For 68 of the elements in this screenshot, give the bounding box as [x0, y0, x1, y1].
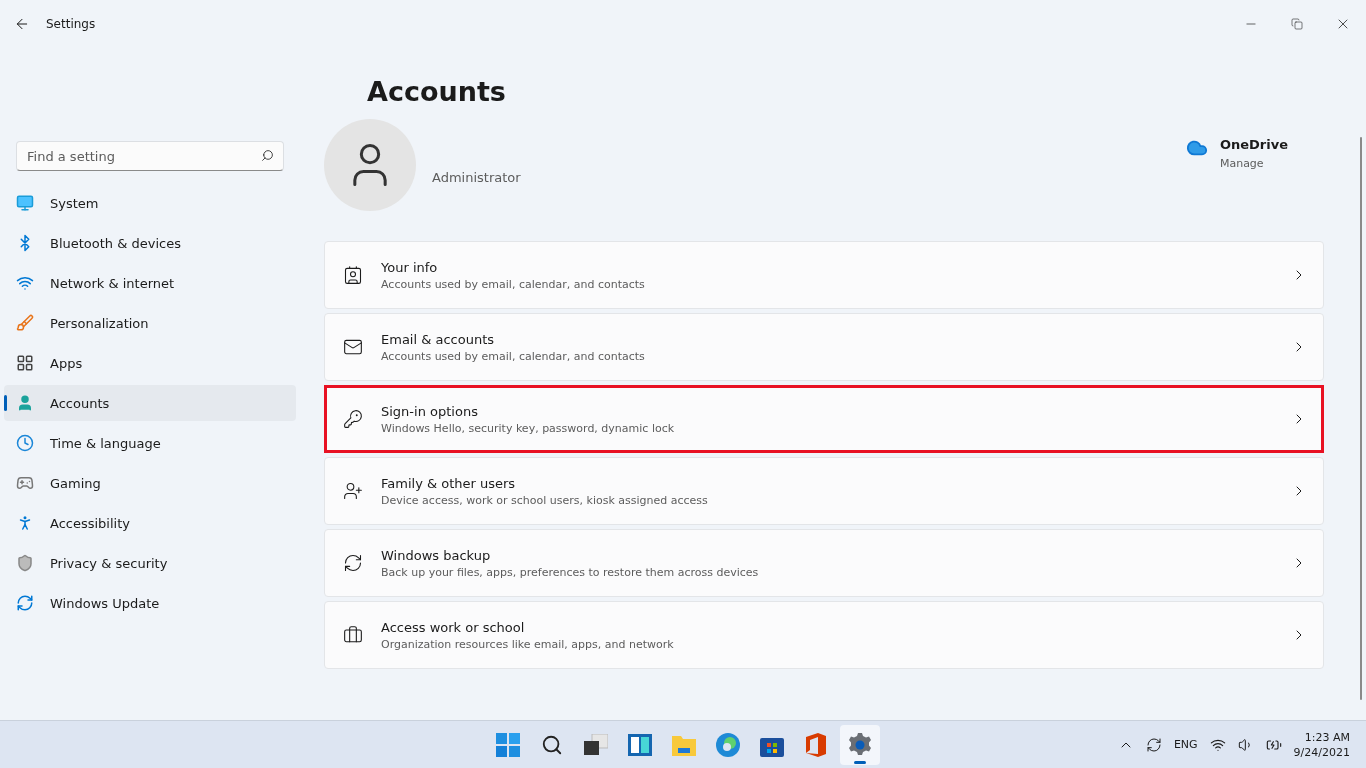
window-title: Settings [46, 17, 97, 31]
card-title: Access work or school [381, 619, 526, 635]
windows-logo-icon [496, 733, 520, 757]
sidebar-item[interactable]: Apps [4, 345, 296, 381]
active-indicator [854, 761, 866, 764]
mail-icon [343, 337, 363, 357]
sidebar-item[interactable]: Privacy & security [4, 545, 296, 581]
search-field[interactable]: Find a setting [16, 141, 284, 171]
card-subtitle: Accounts used by email, calendar, and contacts [381, 349, 646, 363]
sidebar-item[interactable]: Time & language [4, 425, 296, 461]
card-title: Windows backup [381, 547, 492, 563]
card-subtitle: Accounts used by email, calendar, and contacts [381, 277, 646, 291]
key-icon [343, 409, 363, 429]
briefcase-icon [343, 625, 363, 645]
settings-card[interactable]: Access work or school Organization resources like email, apps, and network [324, 601, 1324, 669]
brush-icon [16, 314, 34, 332]
wifi-icon [16, 274, 34, 292]
sync-icon[interactable] [1145, 736, 1162, 753]
card-title: Email & accounts [381, 331, 496, 347]
sidebar-item[interactable]: Gaming [4, 465, 296, 501]
card-title: Sign-in options [381, 403, 479, 419]
sidebar-item[interactable]: Accounts [4, 385, 296, 421]
shield-icon [16, 554, 34, 572]
office-icon [806, 733, 826, 757]
widgets-icon [628, 734, 652, 756]
gear-icon [848, 733, 872, 757]
settings-card[interactable]: Sign-in options Windows Hello, security key, password, dynamic lock [324, 385, 1324, 453]
selection-indicator [4, 395, 7, 411]
gamepad-icon [16, 474, 34, 492]
scrollbar[interactable] [1360, 137, 1362, 700]
sidebar-item[interactable]: Network & internet [4, 265, 296, 301]
apps-icon [16, 354, 34, 372]
card-subtitle: Organization resources like email, apps, and network [381, 637, 675, 651]
card-subtitle: Back up your files, apps, preferences to restore them across devices [381, 565, 760, 579]
card-title: Family & other users [381, 475, 517, 491]
settings-card[interactable]: Family & other users Device access, work or school users, kiosk assigned access [324, 457, 1324, 525]
settings-card[interactable]: Your info Accounts used by email, calendar, and contacts [324, 241, 1324, 309]
update-icon [16, 594, 34, 612]
sidebar-item[interactable]: System [4, 185, 296, 221]
settings-card[interactable]: Email & accounts Accounts used by email, calendar, and contacts [324, 313, 1324, 381]
onedrive-title: OneDrive [1219, 136, 1288, 152]
manage-link[interactable]: Manage [1219, 156, 1288, 170]
clock-icon [16, 434, 34, 452]
sidebar-item[interactable]: Accessibility [4, 505, 296, 541]
card-subtitle: Windows Hello, security key, password, dynamic lock [381, 421, 676, 435]
search-icon [261, 149, 274, 162]
user-name: Administrator [432, 169, 522, 185]
sidebar-item[interactable]: Windows Update [4, 585, 296, 621]
page-heading: Accounts [367, 76, 507, 107]
card-subtitle: Device access, work or school users, kiosk assigned access [381, 493, 709, 507]
language-indicator[interactable]: ENG [1173, 738, 1198, 751]
clock[interactable]: 1:23 AM 9/24/2021 [1293, 730, 1350, 759]
taskbar-app-button[interactable] [840, 725, 880, 765]
add-user-icon [343, 481, 363, 501]
task-view-icon [584, 734, 608, 756]
person-icon [16, 394, 34, 412]
search-icon [541, 734, 563, 756]
sidebar-item[interactable]: Bluetooth & devices [4, 225, 296, 261]
contact-card-icon [343, 265, 363, 285]
folder-icon [672, 734, 696, 756]
back-icon[interactable] [14, 16, 30, 32]
sidebar-item[interactable]: Personalization [4, 305, 296, 341]
card-title: Your info [381, 259, 439, 275]
sync-icon [343, 553, 363, 573]
monitor-icon [16, 194, 34, 212]
settings-card[interactable]: Windows backup Back up your files, apps, preferences to restore them across devices [324, 529, 1324, 597]
browser-icon [716, 733, 740, 757]
restore-icon [1291, 18, 1303, 30]
